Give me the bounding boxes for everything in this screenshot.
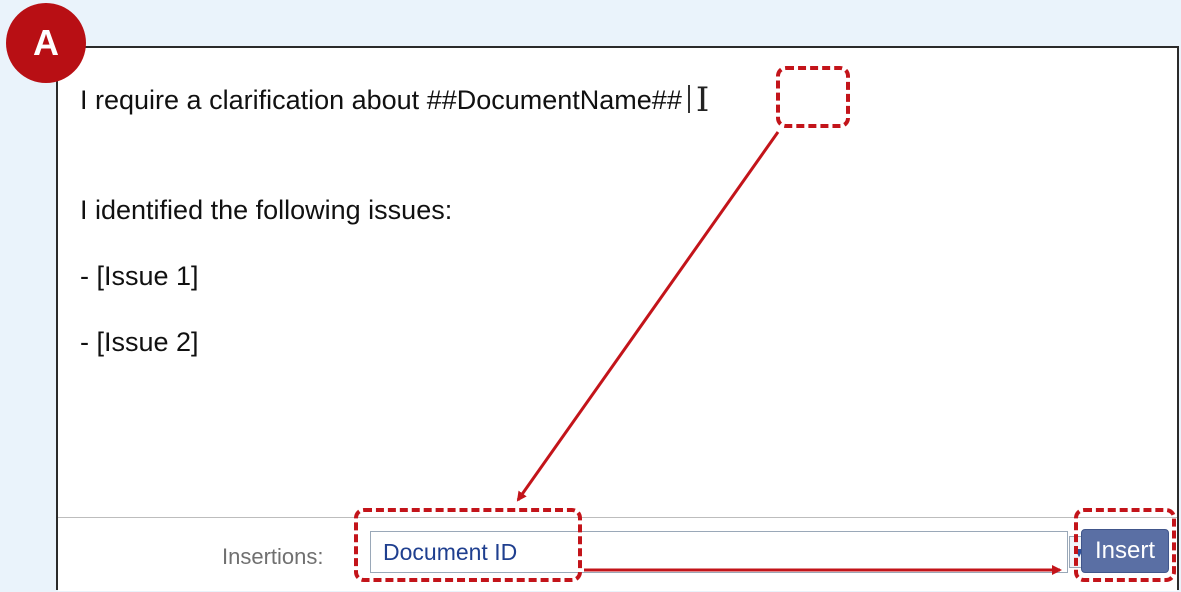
editor-line-text: I require a clarification about ##Docume… xyxy=(80,85,682,115)
insertions-label: Insertions: xyxy=(222,544,324,569)
editor-line: I identified the following issues: xyxy=(80,195,453,225)
insertions-toolbar: Insertions: Document ID ▼ Insert xyxy=(58,517,1177,591)
editor-line: I require a clarification about ##Docume… xyxy=(80,80,710,120)
message-editor[interactable]: I require a clarification about ##Docume… xyxy=(56,46,1179,591)
editor-body[interactable]: I require a clarification about ##Docume… xyxy=(58,48,1177,518)
text-cursor-icon: I xyxy=(695,80,710,120)
editor-line: - [Issue 1] xyxy=(80,261,199,291)
editor-line: - [Issue 2] xyxy=(80,327,199,357)
insert-button-highlight xyxy=(1074,508,1176,582)
select-highlight xyxy=(354,508,582,582)
text-caret xyxy=(687,85,690,113)
cursor-highlight xyxy=(776,66,850,128)
step-badge: A xyxy=(6,3,86,83)
